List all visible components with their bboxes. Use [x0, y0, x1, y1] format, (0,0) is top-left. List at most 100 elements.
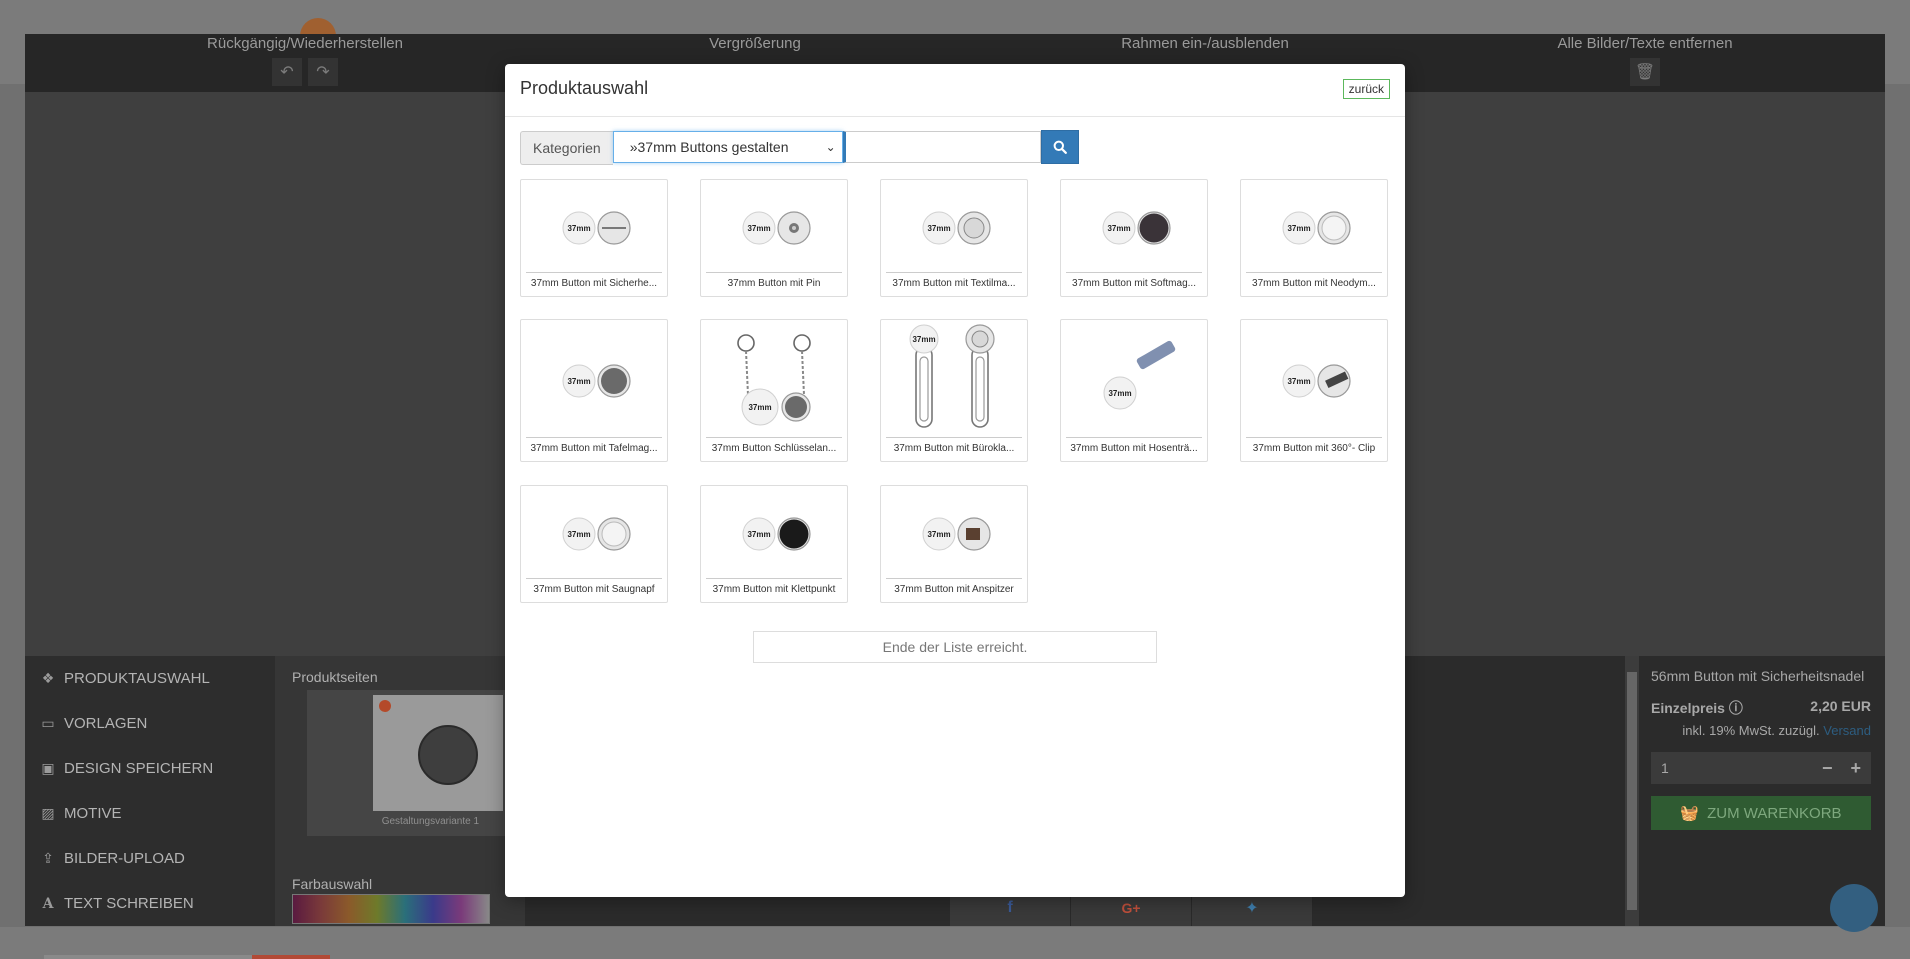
size-label: 37mm [747, 224, 770, 233]
product-label: 37mm Button mit Tafelmag... [530, 443, 658, 454]
product-card[interactable]: 37mm 37mm Button mit Neodym... [1240, 179, 1388, 297]
quantity-value[interactable]: 1 [1661, 760, 1669, 776]
menu-item-label: TEXT SCHREIBEN [64, 895, 194, 912]
product-label: 37mm Button mit Pin [727, 278, 821, 289]
size-label: 37mm [567, 224, 590, 233]
menu-item-label: BILDER-UPLOAD [64, 850, 185, 867]
menu-item-label: DESIGN SPEICHERN [64, 760, 214, 777]
menu-item-motive[interactable]: ▨ MOTIVE [25, 791, 275, 836]
product-image: 37mm [562, 364, 631, 398]
pages-panel: Produktseiten Gestaltungsvariante 1 Farb… [275, 656, 525, 926]
size-label: 37mm [1107, 224, 1130, 233]
button-face: 37mm [562, 364, 596, 398]
remove-all-group: Alle Bilder/Texte entfernen 🗑 [1525, 34, 1765, 86]
product-label: 37mm Button mit Anspitzer [894, 584, 1014, 595]
search-input[interactable] [842, 131, 1041, 163]
card-divider [1246, 437, 1382, 438]
board-magnet-back [781, 392, 811, 422]
neodym-magnet-back [1317, 211, 1351, 245]
button-face: 37mm [742, 211, 776, 245]
product-card[interactable]: 37mm 37mm Button mit Saugnapf [520, 485, 668, 603]
page-thumbnail[interactable] [373, 695, 503, 811]
product-card[interactable]: 37mm 37mm Button mit Pin [700, 179, 848, 297]
card-divider [706, 578, 842, 579]
textile-magnet-back [957, 211, 991, 245]
quantity-stepper[interactable]: 1 − + [1651, 752, 1871, 784]
button-face: 37mm [1103, 376, 1137, 410]
plus-icon[interactable]: + [1850, 758, 1861, 779]
font-icon: A [42, 895, 54, 912]
button-face: 37mm [922, 211, 956, 245]
product-card[interactable]: 37mm 37mm Button mit Tafelmag... [520, 319, 668, 462]
size-label: 37mm [912, 335, 935, 344]
redo-icon: ↷ [316, 64, 330, 81]
frame-toggle-group: Rahmen ein-/ausblenden [1085, 34, 1325, 52]
menu-item-produktauswahl[interactable]: ❖ PRODUKTAUSWAHL [25, 656, 275, 701]
menu-item-design-speichern[interactable]: ▣ DESIGN SPEICHERN [25, 746, 275, 791]
search-button[interactable] [1040, 130, 1079, 164]
button-face: 37mm [1282, 364, 1316, 398]
minus-icon[interactable]: − [1822, 758, 1833, 779]
product-selection-modal: Produktauswahl zurück Kategorien »37mm B… [505, 64, 1405, 897]
menu-item-bilder-upload[interactable]: ⇪ BILDER-UPLOAD [25, 836, 275, 881]
product-label: 37mm Button mit Hosenträ... [1070, 443, 1198, 454]
product-card[interactable]: 37mm 37mm Button mit Anspitzer [880, 485, 1028, 603]
card-divider [526, 272, 662, 273]
page-thumb-wrap[interactable]: Gestaltungsvariante 1 [307, 690, 507, 836]
product-image: 37mm [562, 517, 631, 551]
info-icon[interactable]: ⓘ [1729, 700, 1743, 716]
cart-label: ZUM WARENKORB [1707, 804, 1842, 822]
product-card[interactable]: 37mm 37mm Button mit Sicherhe... [520, 179, 668, 297]
soft-magnet-back [1137, 211, 1171, 245]
modal-header: Produktauswahl zurück [505, 64, 1405, 117]
menu-item-text-schreiben[interactable]: A TEXT SCHREIBEN [25, 881, 275, 926]
product-label: 37mm Button Schlüsselan... [711, 443, 837, 454]
order-panel-scrollbar[interactable] [1625, 656, 1639, 926]
product-card[interactable]: 37mm 37mm Button mit Bürokla... [880, 319, 1028, 462]
add-to-cart-button[interactable]: 🧺 ZUM WARENKORB [1651, 796, 1871, 830]
remove-all-button[interactable]: 🗑 [1630, 58, 1660, 86]
card-divider [886, 437, 1022, 438]
product-card[interactable]: 37mm 37mm Button mit 360°- Clip [1240, 319, 1388, 462]
price-row: Einzelpreis ⓘ 2,20 EUR [1651, 698, 1871, 718]
menu-item-vorlagen[interactable]: ▭ VORLAGEN [25, 701, 275, 746]
scrollbar-thumb[interactable] [1627, 672, 1637, 910]
size-label: 37mm [1287, 224, 1310, 233]
remove-all-label: Alle Bilder/Texte entfernen [1557, 35, 1733, 52]
button-face: 37mm [1282, 211, 1316, 245]
thumb-badge-icon [379, 700, 391, 712]
pin-back [777, 211, 811, 245]
product-card[interactable]: 37mm 37mm Button mit Textilma... [880, 179, 1028, 297]
menu-item-label: VORLAGEN [64, 715, 148, 732]
folder-open-icon: ▭ [41, 715, 55, 731]
card-divider [1246, 272, 1382, 273]
shipping-link[interactable]: Versand [1823, 723, 1871, 738]
product-image: 37mm [737, 334, 811, 426]
product-image: 37mm [1282, 364, 1351, 398]
button-preview [418, 725, 478, 785]
product-card[interactable]: 37mm 37mm Button mit Klettpunkt [700, 485, 848, 603]
product-card[interactable]: 37mm 37mm Button mit Softmag... [1060, 179, 1208, 297]
help-chat-bubble[interactable] [1830, 884, 1878, 932]
product-image: 37mm [922, 517, 991, 551]
redo-button[interactable]: ↷ [308, 58, 338, 86]
size-label: 37mm [748, 403, 771, 412]
footer-bar [44, 955, 252, 959]
product-card[interactable]: 37mm 37mm Button mit Hosenträ... [1060, 319, 1208, 462]
size-label: 37mm [927, 530, 950, 539]
tax-text: inkl. 19% MwSt. zuzügl. [1682, 723, 1820, 738]
category-select[interactable]: »37mm Buttons gestalten ⌄ [612, 131, 843, 163]
category-label: Kategorien [520, 131, 613, 165]
color-picker-strip[interactable] [292, 894, 490, 924]
twitter-icon: ✦ [1245, 900, 1259, 917]
product-image: 37mm [909, 324, 995, 428]
back-button[interactable]: zurück [1342, 79, 1390, 99]
site-footer [0, 927, 1910, 959]
undo-button[interactable]: ↶ [272, 58, 302, 86]
button-face: 37mm [742, 517, 776, 551]
frame-toggle-label: Rahmen ein-/ausblenden [1121, 35, 1289, 52]
card-divider [1066, 272, 1202, 273]
button-face: 37mm [909, 324, 939, 354]
product-card[interactable]: 37mm 37mm Button Schlüsselan... [700, 319, 848, 462]
zoom-label: Vergrößerung [709, 35, 801, 52]
